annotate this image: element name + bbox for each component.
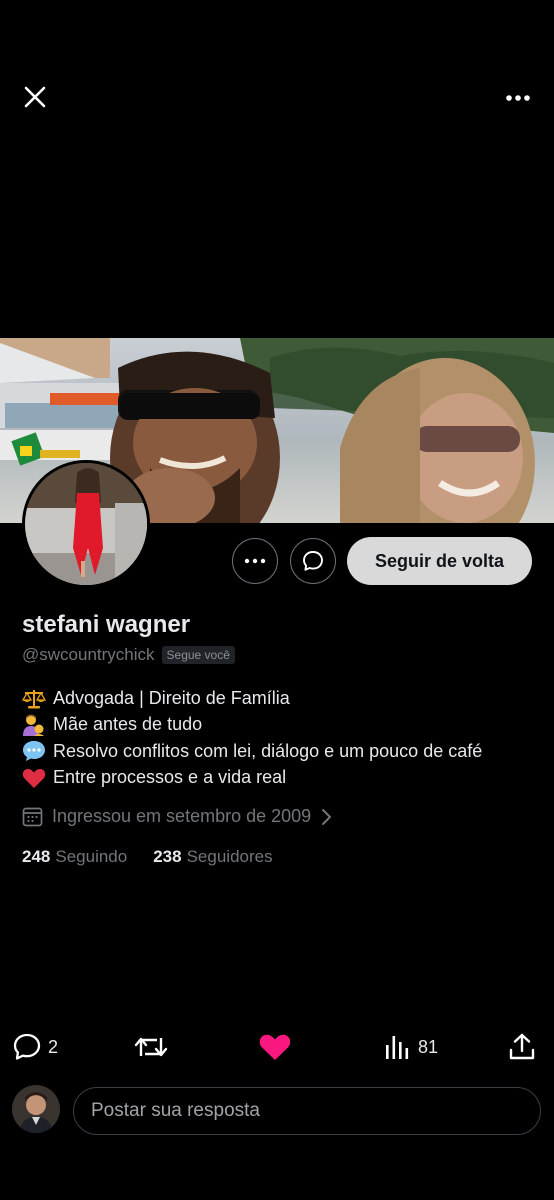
profile-name: stefani wagner [22, 611, 191, 638]
chevron-right-icon [322, 808, 332, 825]
message-button[interactable] [290, 538, 336, 584]
top-bar [0, 0, 554, 200]
following-label: Seguindo [55, 847, 128, 866]
message-bubble-icon [303, 551, 323, 571]
close-icon[interactable] [20, 82, 50, 112]
heart-icon [22, 767, 48, 789]
reply-icon [13, 1033, 41, 1060]
bio-text: Resolvo conflitos com lei, diálogo e um … [53, 740, 483, 761]
profile-bio: Advogada | Direito de Família Mãe antes … [22, 685, 482, 791]
repost-icon [134, 1037, 168, 1057]
follow-back-button[interactable]: Seguir de volta [347, 537, 532, 585]
reply-input[interactable] [73, 1087, 541, 1135]
following-link[interactable]: 248 Seguindo [22, 847, 127, 867]
scales-icon [22, 687, 48, 709]
bio-line: Advogada | Direito de Família [22, 685, 482, 712]
bio-text: Advogada | Direito de Família [53, 687, 290, 708]
followers-count: 238 [153, 847, 182, 866]
bio-line: Entre processos e a vida real [22, 765, 482, 792]
more-options-icon[interactable] [502, 84, 534, 112]
more-horizontal-icon [244, 558, 266, 564]
followers-link[interactable]: 238 Seguidores [153, 847, 272, 867]
bio-text: Entre processos e a vida real [53, 767, 287, 788]
like-action[interactable] [258, 1024, 292, 1070]
bio-text: Mãe antes de tudo [53, 714, 203, 735]
joined-date[interactable]: Ingressou em setembro de 2009 [22, 806, 332, 827]
heart-filled-icon [259, 1034, 291, 1060]
reply-count: 2 [48, 1036, 59, 1057]
reply-action[interactable]: 2 [12, 1024, 58, 1070]
followers-label: Seguidores [186, 847, 273, 866]
bio-line: Mãe antes de tudo [22, 712, 482, 739]
follows-you-badge: Segue você [161, 646, 235, 664]
bio-line: Resolvo conflitos com lei, diálogo e um … [22, 738, 482, 765]
reply-composer [0, 1084, 554, 1138]
share-action[interactable] [507, 1024, 537, 1070]
profile-handle: @swcountrychick [22, 645, 155, 664]
mother-baby-icon [22, 714, 48, 736]
analytics-icon [386, 1036, 409, 1059]
handle-row: @swcountrychick Segue você [22, 645, 235, 665]
following-count: 248 [22, 847, 51, 866]
user-avatar[interactable] [12, 1085, 60, 1133]
follow-stats: 248 Seguindo 238 Seguidores [22, 847, 273, 867]
joined-text: Ingressou em setembro de 2009 [52, 806, 312, 826]
profile-more-button[interactable] [232, 538, 278, 584]
post-action-bar: 2 81 [0, 1024, 554, 1070]
speech-bubble-icon [22, 740, 48, 762]
calendar-icon [22, 807, 43, 827]
repost-action[interactable] [133, 1024, 169, 1070]
share-icon [509, 1033, 535, 1060]
views-action[interactable]: 81 [384, 1024, 438, 1070]
views-count: 81 [418, 1036, 439, 1057]
profile-avatar[interactable] [22, 460, 150, 588]
